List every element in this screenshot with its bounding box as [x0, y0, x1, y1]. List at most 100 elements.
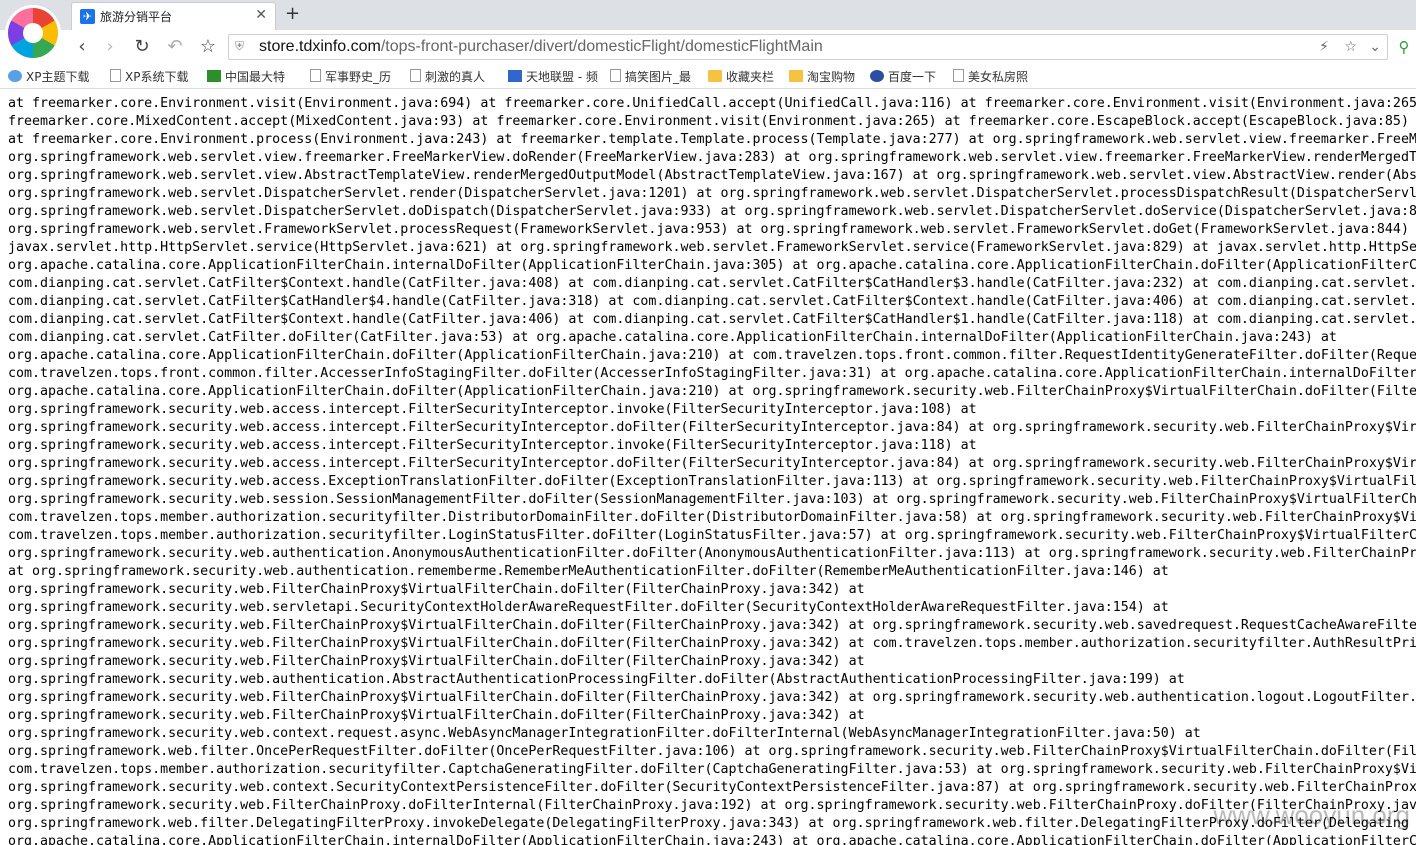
stack-trace-line: org.springframework.security.web.FilterC…	[8, 582, 865, 597]
shield-icon: ⛨	[235, 39, 245, 53]
stack-trace-line: com.travelzen.tops.member.authorization.…	[8, 528, 1416, 543]
bookmark-item[interactable]: XP主题下载	[8, 68, 89, 85]
stack-trace-line: org.springframework.security.web.access.…	[8, 456, 1416, 471]
stack-trace-line: at freemarker.core.Environment.visit(Env…	[8, 96, 1416, 111]
bookmark-folder[interactable]: 收藏夹栏	[708, 68, 774, 85]
bookmark-item[interactable]: XP系统下载	[110, 68, 188, 85]
stack-trace-line: org.springframework.security.web.authent…	[8, 672, 1185, 687]
back-button[interactable]: ‹	[70, 35, 94, 59]
bookmark-item[interactable]: 百度一下	[870, 68, 936, 85]
stack-trace-line: org.springframework.security.web.FilterC…	[8, 636, 1416, 651]
bookmark-item[interactable]: 军事野史_历	[310, 68, 391, 85]
address-bar[interactable]: ⛨ store.tdxinfo.com/tops-front-purchaser…	[228, 34, 1388, 60]
tab-title: 旅游分销平台	[100, 10, 173, 24]
stack-trace-line: freemarker.core.MixedContent.accept(Mixe…	[8, 114, 1409, 129]
url-path: /tops-front-purchaser/divert/domesticFli…	[380, 38, 823, 55]
bookmark-label: 天地联盟 - 频	[526, 70, 598, 84]
bookmark-label: 军事野史_历	[325, 70, 392, 84]
folder-icon	[789, 70, 803, 82]
stack-trace-line: org.springframework.security.web.servlet…	[8, 600, 1169, 615]
stack-trace-line: org.springframework.web.filter.Delegatin…	[8, 816, 1409, 831]
bookmarks-bar: XP主题下载 XP系统下载 中国最大特 军事野史_历 刺激的真人 天地联盟 - …	[0, 64, 1416, 89]
stack-trace-line: org.springframework.security.web.FilterC…	[8, 618, 1416, 633]
bookmark-label: 百度一下	[888, 70, 937, 84]
bookmark-item[interactable]: 美女私房照	[953, 68, 1028, 85]
stack-trace-line: com.dianping.cat.servlet.CatFilter$CatHa…	[8, 294, 1416, 309]
stack-trace-line: org.springframework.security.web.authent…	[8, 546, 1416, 561]
stack-trace-line: com.travelzen.tops.member.authorization.…	[8, 762, 1416, 777]
bookmark-label: 中国最大特	[225, 70, 286, 84]
page-icon	[953, 69, 964, 82]
bookmark-item[interactable]: 刺激的真人	[410, 68, 485, 85]
stack-trace-line: com.dianping.cat.servlet.CatFilter.doFil…	[8, 330, 1337, 345]
bookmark-item[interactable]: 搞笑图片_最	[610, 68, 691, 85]
stack-trace-line: at freemarker.core.Environment.process(E…	[8, 132, 1416, 147]
stack-trace-line: at org.springframework.security.web.auth…	[8, 564, 1169, 579]
url-host: store.tdxinfo.com	[259, 38, 381, 55]
stack-trace-line: org.springframework.web.servlet.view.fre…	[8, 150, 1416, 165]
bookmark-label: 搞笑图片_最	[625, 70, 692, 84]
site-icon	[508, 70, 522, 82]
site-icon	[207, 70, 221, 82]
favorite-star-icon[interactable]: ☆	[1344, 39, 1357, 55]
page-icon	[110, 69, 121, 82]
stack-trace-line: org.springframework.web.servlet.Dispatch…	[8, 204, 1416, 219]
url-text[interactable]: store.tdxinfo.com/tops-front-purchaser/d…	[259, 38, 823, 56]
stack-trace-line: com.travelzen.tops.front.common.filter.A…	[8, 366, 1416, 381]
navigation-bar: ‹ › ↻ ↶ ☆ ⛨ store.tdxinfo.com/tops-front…	[0, 30, 1416, 65]
stack-trace-line: org.springframework.security.web.context…	[8, 726, 1201, 741]
plane-icon: ✈	[80, 9, 95, 24]
stack-trace-line: org.springframework.web.servlet.Dispatch…	[8, 186, 1416, 201]
stack-trace-line: com.dianping.cat.servlet.CatFilter$Conte…	[8, 312, 1416, 327]
lightning-icon[interactable]: ⚡	[1319, 39, 1329, 55]
new-tab-button[interactable]: +	[285, 3, 300, 24]
chevron-down-icon[interactable]: ⌄	[1369, 39, 1381, 55]
stack-trace-line: org.apache.catalina.core.ApplicationFilt…	[8, 258, 1416, 273]
bookmark-label: 刺激的真人	[425, 70, 486, 84]
stack-trace-line: org.apache.catalina.core.ApplicationFilt…	[8, 384, 1416, 399]
bookmark-label: XP主题下载	[26, 70, 90, 84]
bookmark-item[interactable]: 天地联盟 - 频	[508, 68, 598, 85]
page-icon	[410, 69, 421, 82]
stack-trace-line: org.springframework.security.web.FilterC…	[8, 690, 1416, 705]
stack-trace-line: org.springframework.web.servlet.Framewor…	[8, 222, 1409, 237]
watermark: www.wooyun.org	[1213, 800, 1410, 830]
stack-trace-line: javax.servlet.http.HttpServlet.service(H…	[8, 240, 1416, 255]
stack-trace-line: org.springframework.security.web.context…	[8, 780, 1416, 795]
stack-trace-line: org.springframework.security.web.FilterC…	[8, 654, 865, 669]
stack-trace-line: org.springframework.security.web.access.…	[8, 402, 977, 417]
stack-trace-text: at freemarker.core.Environment.visit(Env…	[8, 95, 1416, 845]
stack-trace-line: org.springframework.security.web.FilterC…	[8, 798, 1416, 813]
bookmark-folder[interactable]: 淘宝购物	[789, 68, 855, 85]
bookmark-label: 淘宝购物	[807, 70, 856, 84]
bookmark-label: XP系统下载	[125, 70, 189, 84]
stack-trace-line: org.springframework.security.web.access.…	[8, 420, 1416, 435]
stack-trace-line: com.travelzen.tops.member.authorization.…	[8, 510, 1416, 525]
page-icon	[310, 69, 321, 82]
reload-button[interactable]: ↻	[130, 35, 154, 59]
stack-trace-line: org.springframework.security.web.access.…	[8, 438, 977, 453]
page-icon	[610, 69, 621, 82]
search-icon[interactable]: ⚲	[1392, 35, 1416, 59]
stack-trace-line: org.springframework.security.web.FilterC…	[8, 708, 865, 723]
forward-button[interactable]: ›	[98, 35, 122, 59]
browser-titlebar: ✈ 旅游分销平台 ✕ +	[0, 0, 1416, 30]
stack-trace-line: org.springframework.security.web.access.…	[8, 474, 1416, 489]
bookmark-label: 美女私房照	[968, 70, 1029, 84]
stack-trace-line: org.apache.catalina.core.ApplicationFilt…	[8, 834, 1416, 845]
undo-icon[interactable]: ↶	[163, 35, 187, 59]
bookmark-label: 收藏夹栏	[726, 70, 775, 84]
stack-trace-line: org.springframework.security.web.session…	[8, 492, 1416, 507]
browser-logo[interactable]	[8, 8, 58, 58]
browser-tab[interactable]: ✈ 旅游分销平台 ✕	[71, 2, 276, 30]
globe-icon	[8, 70, 22, 82]
stack-trace-line: org.apache.catalina.core.ApplicationFilt…	[8, 348, 1416, 363]
stack-trace-line: com.dianping.cat.servlet.CatFilter$Conte…	[8, 276, 1416, 291]
close-icon[interactable]: ✕	[255, 7, 267, 23]
stack-trace-line: org.springframework.web.filter.OncePerRe…	[8, 744, 1416, 759]
stack-trace-line: org.springframework.web.servlet.view.Abs…	[8, 168, 1416, 183]
folder-icon	[708, 70, 722, 82]
bookmark-item[interactable]: 中国最大特	[207, 68, 285, 85]
paw-icon	[870, 70, 884, 82]
star-icon[interactable]: ☆	[196, 35, 220, 59]
